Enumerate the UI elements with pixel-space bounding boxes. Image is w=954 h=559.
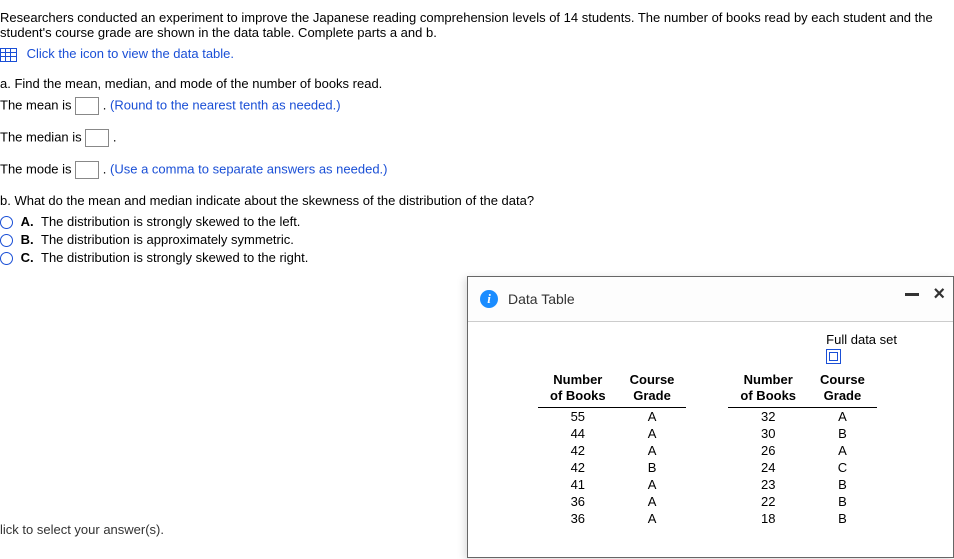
data-table-body: 55A32A44A30B42A26A42B24C41A23B36A22B36A1… xyxy=(538,408,877,528)
median-label-post: . xyxy=(113,129,117,144)
cell-n2: 22 xyxy=(728,493,808,510)
footer-instruction: lick to select your answer(s). xyxy=(0,522,164,537)
cell-g2: A xyxy=(808,442,877,459)
popup-title: Data Table xyxy=(508,291,575,307)
popup-header: i Data Table × xyxy=(468,277,953,322)
table-row: 42B 24C xyxy=(538,459,877,476)
cell-n1: 42 xyxy=(538,442,618,459)
cell-n1: 42 xyxy=(538,459,618,476)
mean-label-pre: The mean is xyxy=(0,97,75,112)
cell-n1: 36 xyxy=(538,493,618,510)
col-header-g2: CourseGrade xyxy=(808,372,877,408)
mean-label-post: . xyxy=(103,97,110,112)
cell-g1: A xyxy=(618,476,687,493)
option-b-text: The distribution is approximately symmet… xyxy=(41,232,294,247)
table-row: 41A 23B xyxy=(538,476,877,493)
cell-g1: A xyxy=(618,425,687,442)
option-c-text: The distribution is strongly skewed to t… xyxy=(41,250,308,265)
option-a-radio[interactable] xyxy=(0,216,13,229)
full-data-set-label: Full data set xyxy=(826,332,897,347)
data-table-popup: i Data Table × Full data set Numberof Bo… xyxy=(467,276,954,558)
table-icon[interactable] xyxy=(0,48,17,62)
cell-n2: 18 xyxy=(728,510,808,527)
median-label-pre: The median is xyxy=(0,129,85,144)
mean-input[interactable] xyxy=(75,97,99,115)
cell-g1: A xyxy=(618,493,687,510)
copy-icon[interactable] xyxy=(826,349,841,364)
col-header-n1: Numberof Books xyxy=(538,372,618,408)
mode-label-pre: The mode is xyxy=(0,161,75,176)
close-icon[interactable]: × xyxy=(933,287,945,301)
cell-g1: A xyxy=(618,510,687,527)
cell-g1: B xyxy=(618,459,687,476)
table-row: 42A26A xyxy=(538,442,877,459)
popup-body: Full data set Numberof Books CourseGrade… xyxy=(468,322,953,527)
mode-hint: (Use a comma to separate answers as need… xyxy=(110,161,387,176)
col-header-g1: CourseGrade xyxy=(618,372,687,408)
part-a-prompt: a. Find the mean, median, and mode of th… xyxy=(0,76,954,91)
cell-n2: 26 xyxy=(728,442,808,459)
cell-g2: B xyxy=(808,425,877,442)
minimize-icon[interactable] xyxy=(905,293,919,296)
table-row: 55A32A xyxy=(538,408,877,426)
median-row: The median is . xyxy=(0,129,954,147)
cell-n1: 55 xyxy=(538,408,618,426)
data-table-link-row: Click the icon to view the data table. xyxy=(0,46,954,62)
mean-row: The mean is . (Round to the nearest tent… xyxy=(0,97,954,115)
option-b-radio[interactable] xyxy=(0,234,13,247)
problem-intro: Researchers conducted an experiment to i… xyxy=(0,10,954,40)
info-icon: i xyxy=(480,290,498,308)
option-a-row: A. The distribution is strongly skewed t… xyxy=(0,214,954,229)
option-c-letter: C. xyxy=(21,250,34,265)
median-input[interactable] xyxy=(85,129,109,147)
mode-row: The mode is . (Use a comma to separate a… xyxy=(0,161,954,179)
cell-g1: A xyxy=(618,408,687,426)
option-b-letter: B. xyxy=(21,232,34,247)
cell-g2: B xyxy=(808,476,877,493)
part-b-prompt: b. What do the mean and median indicate … xyxy=(0,193,954,208)
option-a-letter: A. xyxy=(21,214,34,229)
cell-n2: 30 xyxy=(728,425,808,442)
table-row: 36A 22B xyxy=(538,493,877,510)
option-c-radio[interactable] xyxy=(0,252,13,265)
cell-g1: A xyxy=(618,442,687,459)
cell-n1: 36 xyxy=(538,510,618,527)
mean-hint: (Round to the nearest tenth as needed.) xyxy=(110,97,341,112)
option-b-row: B. The distribution is approximately sym… xyxy=(0,232,954,247)
option-c-row: C. The distribution is strongly skewed t… xyxy=(0,250,954,265)
mode-label-post: . xyxy=(103,161,110,176)
cell-g2: C xyxy=(808,459,877,476)
col-header-n2: Numberof Books xyxy=(728,372,808,408)
option-a-text: The distribution is strongly skewed to t… xyxy=(41,214,300,229)
cell-g2: A xyxy=(808,408,877,426)
cell-n1: 44 xyxy=(538,425,618,442)
cell-n1: 41 xyxy=(538,476,618,493)
full-data-set: Full data set xyxy=(826,332,897,367)
cell-n2: 23 xyxy=(728,476,808,493)
cell-g2: B xyxy=(808,493,877,510)
data-table: Numberof Books CourseGrade Numberof Book… xyxy=(538,372,877,527)
table-row: 36A 18B xyxy=(538,510,877,527)
cell-n2: 32 xyxy=(728,408,808,426)
cell-n2: 24 xyxy=(728,459,808,476)
cell-g2: B xyxy=(808,510,877,527)
data-table-link[interactable]: Click the icon to view the data table. xyxy=(27,46,234,61)
table-row: 44A 30B xyxy=(538,425,877,442)
mode-input[interactable] xyxy=(75,161,99,179)
